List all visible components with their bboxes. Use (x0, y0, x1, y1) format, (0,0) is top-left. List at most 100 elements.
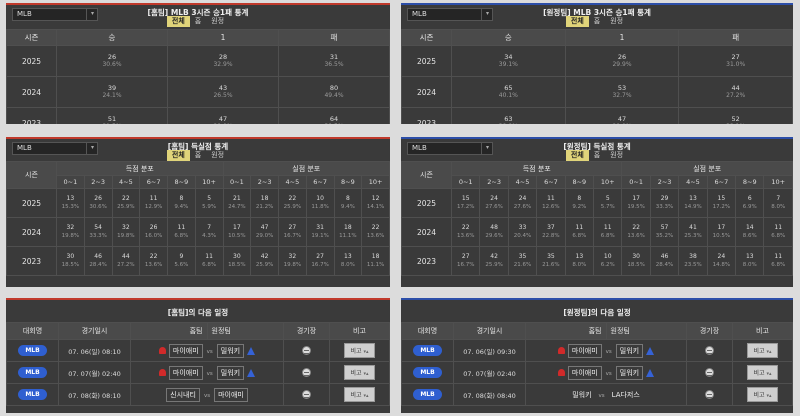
tab-home[interactable]: 홈 (190, 150, 206, 161)
col-range: 10+ (593, 175, 623, 189)
away-team-name[interactable]: 밀워키 (615, 343, 644, 358)
note-cell: 비고 ▾▴ (732, 339, 793, 362)
stat-percent: 11.1% (339, 233, 357, 239)
league-badge[interactable]: MLB (18, 345, 47, 356)
home-team-name[interactable]: 밀워키 (569, 389, 594, 401)
tab-away[interactable]: 원정 (605, 16, 628, 27)
away-team-name[interactable]: 밀워키 (615, 365, 644, 380)
home-team-name[interactable]: 마이애미 (168, 365, 203, 380)
baseball-icon[interactable] (705, 368, 714, 377)
col-range: 2~3 (83, 175, 113, 189)
baseball-icon[interactable] (302, 390, 311, 399)
tab-all[interactable]: 전체 (166, 150, 190, 161)
baseball-icon[interactable] (705, 390, 714, 399)
stat-percent: 22.8% (542, 233, 560, 239)
away-team-cap-icon (247, 346, 256, 355)
stat-percent: 21.2% (255, 204, 274, 210)
stat-count: 26 (149, 224, 158, 231)
table-row[interactable]: MLB 07. 07(월) 02:40 마이애미 vs 밀워키 비고 ▾▴ (6, 361, 390, 384)
table-row[interactable]: MLB 07. 06(일) 09:30 마이애미 vs 밀워키 비고 ▾▴ (401, 339, 793, 362)
stat-count: 22 (122, 195, 130, 202)
league-cell: MLB (6, 383, 59, 406)
stat-count: 48 (490, 224, 498, 231)
away-team-name[interactable]: LA다저스 (609, 389, 643, 401)
stat-count: 24 (518, 195, 527, 202)
note-button[interactable]: 비고 ▾▴ (747, 343, 778, 358)
home-team-name[interactable]: 신시내티 (166, 387, 200, 402)
stat-count: 22 (632, 224, 640, 231)
note-button-label: 비고 (350, 348, 362, 355)
league-badge[interactable]: MLB (413, 389, 442, 400)
stat-percent: 8.0% (572, 262, 587, 268)
stat-percent: 18.5% (627, 262, 645, 268)
note-button-label: 비고 (753, 392, 765, 399)
baseball-icon[interactable] (302, 346, 311, 355)
col-range: 4~5 (507, 175, 538, 189)
table-row[interactable]: MLB 07. 08(화) 08:10 신시내티 vs 마이애미 비고 ▾▴ (6, 383, 390, 406)
tab-home[interactable]: 홈 (589, 16, 605, 27)
note-button[interactable]: 비고 ▾▴ (344, 343, 375, 358)
note-button[interactable]: 비고 ▾▴ (747, 387, 778, 402)
filter-tabs: 전체 홈 원정 (6, 150, 390, 161)
stat-percent: 18.5% (61, 262, 80, 268)
stat-count: 35 (547, 253, 555, 260)
league-badge[interactable]: MLB (18, 367, 47, 378)
stat-cell: 43 26.5% (167, 76, 279, 108)
stat-cell: 18 11.1% (333, 217, 363, 247)
stat-percent: 31.0% (726, 61, 746, 68)
stat-count: 5 (207, 195, 212, 202)
stat-cell: 32 19.8% (111, 217, 141, 247)
tab-all[interactable]: 전체 (565, 150, 589, 161)
tab-away[interactable]: 원정 (206, 150, 229, 161)
baseball-icon[interactable] (705, 346, 714, 355)
stat-count: 12 (371, 195, 380, 202)
home-team-name[interactable]: 마이애미 (567, 365, 602, 380)
stat-count: 17 (717, 224, 726, 231)
season-cell: 2023 (401, 246, 452, 276)
league-badge[interactable]: MLB (413, 367, 442, 378)
table-row[interactable]: MLB 07. 07(월) 02:40 마이애미 vs 밀워키 비고 ▾▴ (401, 361, 793, 384)
tab-home[interactable]: 홈 (589, 150, 605, 161)
table-row[interactable]: MLB 07. 06(일) 08:10 마이애미 vs 밀워키 비고 ▾▴ (6, 339, 390, 362)
tab-away[interactable]: 원정 (605, 150, 628, 161)
stat-count: 80 (329, 84, 339, 92)
col-season: 시즌 (6, 29, 57, 46)
league-badge[interactable]: MLB (413, 345, 442, 356)
stadium-cell (686, 361, 733, 384)
table-row: 2025 13 15.3% 26 30.6% 22 25.9% 11 12.9% 8 9.4% 5 5.… (6, 188, 390, 218)
away-team-name[interactable]: 마이애미 (214, 387, 248, 402)
tab-all[interactable]: 전체 (166, 16, 190, 27)
filter-tabs: 전체 홈 원정 (6, 16, 390, 27)
note-cell: 비고 ▾▴ (732, 361, 793, 384)
home-team-name[interactable]: 마이애미 (567, 343, 602, 358)
panel-header: MLB ▾ [홈팀] MLB 3시즌 승1패 통계 전체 홈 원정 (6, 5, 390, 29)
stat-percent: 20.4% (513, 233, 532, 239)
tab-all[interactable]: 전체 (565, 16, 589, 27)
stat-cell: 31 36.5% (278, 45, 390, 77)
table-header-row: 시즌 승 1 패 (401, 29, 793, 46)
stat-percent: 6.8% (771, 233, 786, 239)
stat-cell: 46 28.4% (649, 246, 680, 276)
tab-away[interactable]: 원정 (206, 16, 229, 27)
stat-count: 9 (179, 253, 184, 260)
away-schedule-panel: [원정팀]의 다음 일정 대회명 경기일시 홈팀 원정팀 경기장 비고 MLB 07. 06(… (401, 298, 793, 413)
stat-percent: 9.2% (572, 204, 587, 210)
note-button[interactable]: 비고 ▾▴ (344, 387, 375, 402)
note-cell: 비고 ▾▴ (329, 339, 390, 362)
stat-cell: 47 29.0% (250, 217, 279, 247)
season-cell: 2025 (401, 45, 452, 77)
col-away-team: 원정팀 (206, 322, 284, 340)
away-team-name[interactable]: 밀워키 (216, 343, 245, 358)
note-button[interactable]: 비고 ▾▴ (747, 365, 778, 380)
col-home-team: 홈팀 (130, 322, 208, 340)
note-button[interactable]: 비고 ▾▴ (344, 365, 375, 380)
table-row[interactable]: MLB 07. 08(화) 08:40 밀워키 vs LA다저스 비고 ▾▴ (401, 383, 793, 406)
stat-percent: 13.6% (144, 262, 163, 268)
tab-home[interactable]: 홈 (190, 16, 206, 27)
stat-cell: 7 4.3% (194, 217, 224, 247)
league-badge[interactable]: MLB (18, 389, 47, 400)
baseball-icon[interactable] (302, 368, 311, 377)
stat-cell: 10 6.2% (593, 246, 623, 276)
home-team-name[interactable]: 마이애미 (168, 343, 203, 358)
away-team-name[interactable]: 밀워키 (216, 365, 245, 380)
